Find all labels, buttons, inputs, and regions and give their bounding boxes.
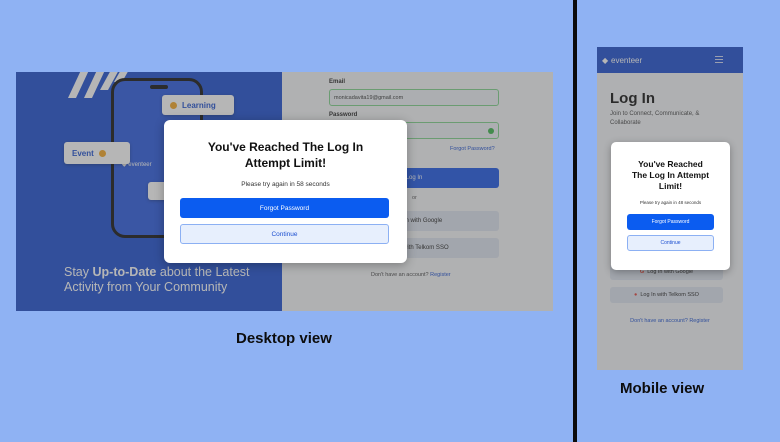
attempt-limit-modal: You've Reached The Log In Attempt Limit!… bbox=[164, 120, 407, 263]
mobile-modal-countdown: Please try again in 48 seconds bbox=[639, 200, 702, 205]
mobile-continue-button[interactable]: Continue bbox=[627, 235, 714, 251]
continue-button[interactable]: Continue bbox=[180, 224, 389, 244]
mobile-forgot-password-button[interactable]: Forgot Password bbox=[627, 214, 714, 230]
forgot-password-button[interactable]: Forgot Password bbox=[180, 198, 389, 218]
mobile-modal-title-line-1: You've Reached bbox=[638, 159, 703, 169]
mobile-mockup: ◆ eventeer Log In Join to Connect, Commu… bbox=[597, 47, 743, 370]
desktop-view-caption: Desktop view bbox=[236, 330, 332, 347]
mobile-view-caption: Mobile view bbox=[620, 380, 705, 397]
vertical-divider bbox=[573, 0, 577, 442]
modal-title: You've Reached The Log In Attempt Limit! bbox=[164, 139, 407, 171]
desktop-mockup: ◆ eventeer Learning Event Stay Up-to-Dat… bbox=[16, 72, 553, 311]
mobile-attempt-limit-modal: You've Reached The Log In Attempt Limit!… bbox=[611, 142, 730, 270]
modal-title-line-2: Attempt Limit! bbox=[244, 156, 327, 170]
mobile-modal-title: You've Reached The Log In Attempt Limit! bbox=[611, 159, 730, 192]
modal-title-line-1: You've Reached The Log In bbox=[207, 140, 364, 154]
mobile-modal-title-line-3: Limit! bbox=[658, 181, 683, 191]
modal-countdown: Please try again in 58 seconds bbox=[241, 181, 330, 188]
mobile-modal-title-line-2: The Log In Attempt bbox=[631, 170, 710, 180]
